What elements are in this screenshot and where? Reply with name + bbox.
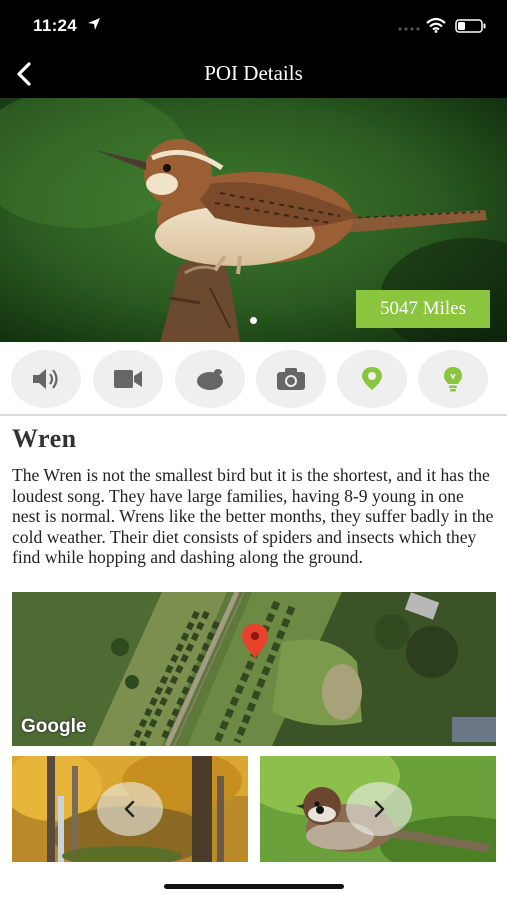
signal-dots-icon	[398, 27, 420, 31]
distance-badge: 5047 Miles	[356, 290, 490, 328]
location-button[interactable]	[337, 350, 407, 408]
carousel-page-indicator	[250, 317, 257, 324]
media-buttons-row	[0, 342, 507, 416]
gallery-next-button[interactable]	[346, 782, 412, 836]
wifi-icon	[426, 17, 446, 33]
nest-button[interactable]	[175, 350, 245, 408]
home-indicator[interactable]	[164, 884, 344, 889]
hero-image-carousel[interactable]: 5047 Miles	[0, 98, 507, 342]
chevron-right-icon	[374, 800, 385, 818]
speaker-icon	[33, 369, 58, 389]
location-map[interactable]: Google	[12, 592, 496, 746]
page-title: POI Details	[204, 61, 303, 85]
video-camera-icon	[114, 370, 142, 388]
location-arrow-icon	[88, 18, 100, 30]
audio-button[interactable]	[11, 350, 81, 408]
egg-icon	[197, 369, 223, 390]
google-logo: Google	[21, 716, 87, 737]
video-button[interactable]	[93, 350, 163, 408]
gallery-image-forest[interactable]	[12, 756, 248, 862]
photo-button[interactable]	[256, 350, 326, 408]
status-bar: 11:24	[0, 0, 507, 50]
poi-description: The Wren is not the smallest bird but it…	[12, 465, 494, 568]
gallery-prev-button[interactable]	[97, 782, 163, 836]
gallery-image-sparrow[interactable]	[260, 756, 496, 862]
status-time: 11:24	[33, 16, 78, 35]
poi-name: Wren	[12, 424, 77, 453]
chevron-left-icon	[124, 800, 135, 818]
fact-button[interactable]	[418, 350, 488, 408]
lightbulb-icon	[444, 367, 462, 392]
nav-bar: POI Details	[0, 50, 507, 98]
battery-icon	[455, 19, 486, 33]
camera-icon	[277, 368, 305, 390]
map-pin-icon	[362, 367, 382, 390]
